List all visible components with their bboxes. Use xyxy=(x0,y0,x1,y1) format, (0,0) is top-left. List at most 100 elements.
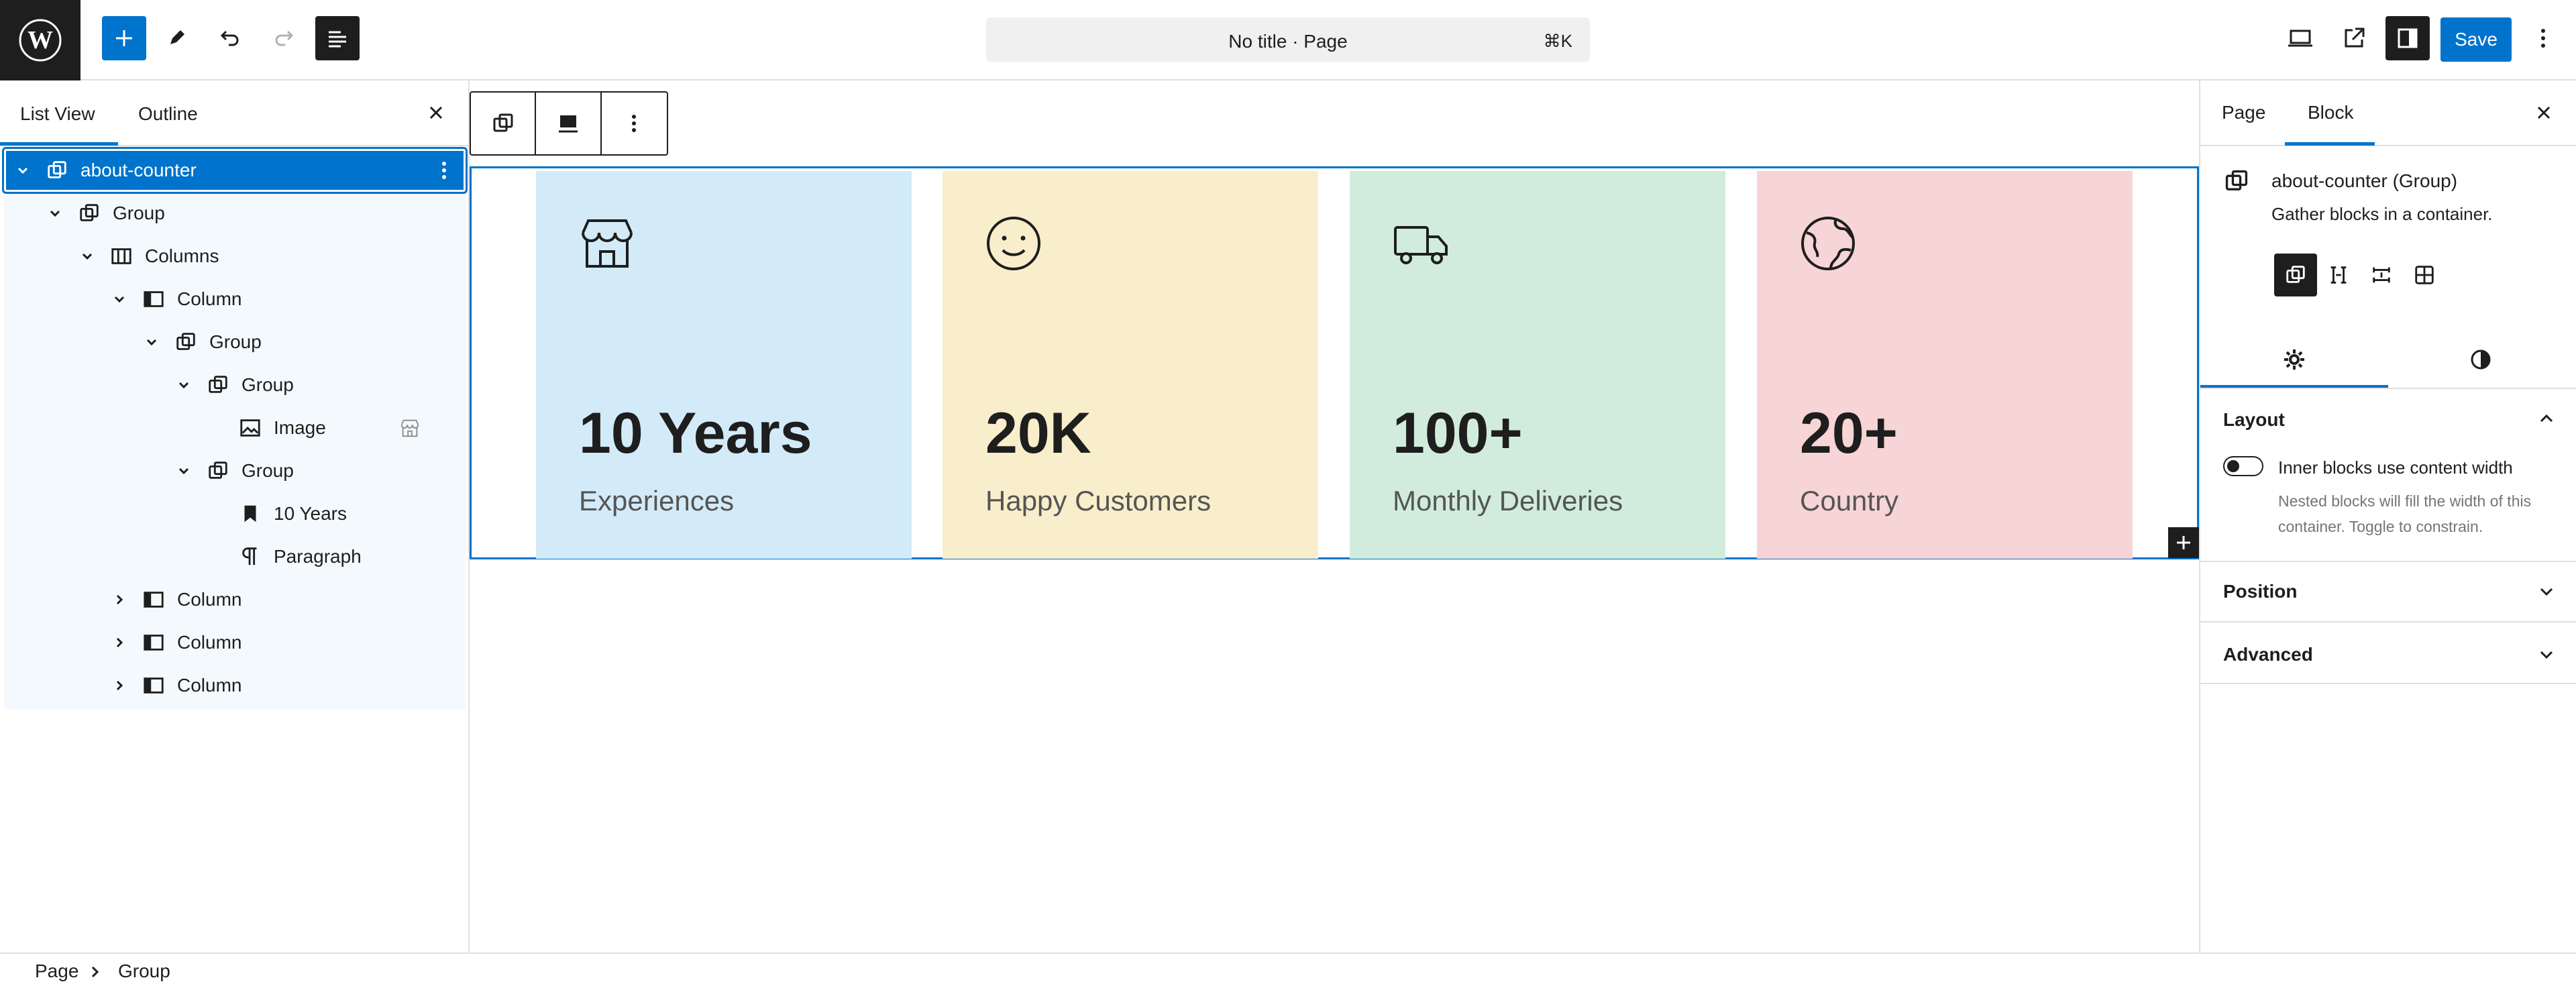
chevron-down-icon[interactable] xyxy=(2537,582,2556,601)
view-button[interactable] xyxy=(2278,16,2322,60)
about-counter-group[interactable]: 10 Years Experiences 20K Happy Customers… xyxy=(470,166,2199,559)
chevron-down-icon[interactable] xyxy=(174,376,193,394)
counter-label: Monthly Deliveries xyxy=(1393,485,1623,516)
row-icon xyxy=(2330,266,2347,284)
plus-icon xyxy=(2177,536,2190,549)
redo-button[interactable] xyxy=(262,16,306,60)
chevron-down-icon[interactable] xyxy=(2537,645,2556,664)
list-view-item[interactable]: Group xyxy=(4,449,466,492)
content-width-toggle[interactable] xyxy=(2223,456,2263,476)
block-type-button[interactable] xyxy=(471,93,537,154)
block-card-title: about-counter (Group) xyxy=(2271,170,2458,191)
command-palette-bar[interactable]: No title · Page ⌘K xyxy=(986,17,1590,62)
undo-button[interactable] xyxy=(208,16,252,60)
group-variations xyxy=(2274,254,2446,296)
styles-contrast-icon[interactable] xyxy=(2469,347,2493,372)
add-block-inline-button[interactable] xyxy=(2168,527,2199,558)
list-view-item-label: Group xyxy=(209,331,262,352)
settings-sidebar-toggle[interactable] xyxy=(2385,16,2430,60)
toggle-label: Inner blocks use content width xyxy=(2278,457,2513,478)
divider xyxy=(2200,683,2576,684)
view-page-button[interactable] xyxy=(2332,16,2376,60)
list-view-item-label: Column xyxy=(177,589,242,610)
document-title: No title · Page xyxy=(1228,31,1348,52)
options-kebab-icon[interactable] xyxy=(440,158,448,182)
block-tree: about-counter Group Columns Column Group Grou… xyxy=(2,147,468,710)
column-icon xyxy=(144,635,164,651)
list-view-item[interactable]: Paragraph xyxy=(4,535,466,578)
counter-number: 100+ xyxy=(1393,401,1523,465)
list-view-item[interactable]: Column xyxy=(4,278,466,321)
list-view-item[interactable]: Group xyxy=(4,192,466,235)
layout-panel-heading[interactable]: Layout xyxy=(2223,409,2285,431)
variation-group-button[interactable] xyxy=(2274,254,2317,296)
advanced-panel-heading[interactable]: Advanced xyxy=(2223,644,2313,665)
counter-card[interactable]: 20K Happy Customers xyxy=(943,171,1318,559)
chevron-down-icon[interactable] xyxy=(78,247,97,266)
chevron-down-icon[interactable] xyxy=(110,290,129,309)
chevron-right-icon[interactable] xyxy=(110,676,129,695)
counter-card[interactable]: 20+ Country xyxy=(1757,171,2133,559)
block-toolbar xyxy=(470,91,668,156)
list-view-item[interactable]: about-counter xyxy=(2,147,468,194)
toggle-help-text: Nested blocks will fill the width of thi… xyxy=(2278,492,2532,535)
document-overview-button[interactable] xyxy=(315,16,360,60)
external-preview-icon xyxy=(2345,28,2365,48)
active-tab-indicator xyxy=(2200,385,2388,388)
counter-card[interactable]: 10 Years Experiences xyxy=(536,171,912,559)
options-button[interactable] xyxy=(2521,16,2565,60)
save-button[interactable]: Save xyxy=(2440,17,2512,62)
variation-stack-button[interactable] xyxy=(2360,254,2403,296)
align-button[interactable] xyxy=(536,93,602,154)
options-kebab-icon xyxy=(632,115,637,132)
counter-card[interactable]: 100+ Monthly Deliveries xyxy=(1350,171,1725,559)
edit-pencil-icon xyxy=(170,30,184,44)
tab-list-view[interactable]: List View xyxy=(20,103,95,125)
gear-icon[interactable] xyxy=(2282,347,2306,372)
list-view-item[interactable]: 10 Years xyxy=(4,492,466,535)
counter-number: 20K xyxy=(985,401,1091,465)
add-block-button[interactable] xyxy=(102,16,146,60)
list-view-item[interactable]: Column xyxy=(4,664,466,707)
chevron-down-icon[interactable] xyxy=(46,204,64,223)
globe-icon xyxy=(1801,217,1855,270)
list-view-item[interactable]: Image xyxy=(4,406,466,449)
tab-outline[interactable]: Outline xyxy=(138,103,198,125)
close-icon[interactable] xyxy=(2532,101,2556,125)
list-view-item[interactable]: Column xyxy=(4,578,466,621)
tools-button[interactable] xyxy=(154,16,199,60)
redo-icon xyxy=(275,30,294,46)
position-panel-heading[interactable]: Position xyxy=(2223,581,2297,602)
chevron-down-icon[interactable] xyxy=(142,333,161,351)
group-icon xyxy=(48,161,66,178)
tab-page[interactable]: Page xyxy=(2222,102,2265,123)
variation-grid-button[interactable] xyxy=(2403,254,2446,296)
wordpress-logo[interactable]: W xyxy=(0,0,80,80)
chevron-right-icon[interactable] xyxy=(110,633,129,652)
block-card-description: Gather blocks in a container. xyxy=(2271,204,2493,224)
breadcrumb-page[interactable]: Page xyxy=(35,961,78,982)
chevron-down-icon[interactable] xyxy=(13,161,32,180)
full-width-align-icon xyxy=(559,115,578,133)
list-view-item-label: Image xyxy=(274,417,326,438)
list-view-item[interactable]: Column xyxy=(4,621,466,664)
active-tab-indicator xyxy=(0,142,118,146)
variation-row-button[interactable] xyxy=(2317,254,2360,296)
chevron-right-icon[interactable] xyxy=(110,590,129,609)
list-view-item-label: Group xyxy=(113,203,165,223)
close-icon[interactable] xyxy=(424,101,448,125)
tab-block[interactable]: Block xyxy=(2308,102,2353,123)
breadcrumb-group[interactable]: Group xyxy=(118,961,170,982)
chevron-down-icon[interactable] xyxy=(174,461,193,480)
undo-icon xyxy=(220,30,239,46)
chevron-up-icon[interactable] xyxy=(2537,409,2556,428)
column-icon xyxy=(144,677,164,694)
block-options-button[interactable] xyxy=(602,93,667,154)
editor-top-bar: W No title · Page ⌘K Save xyxy=(0,0,2576,80)
column-icon xyxy=(144,291,164,307)
list-view-item[interactable]: Group xyxy=(4,321,466,364)
list-view-item[interactable]: Group xyxy=(4,364,466,406)
list-view-panel: List View Outline about-counter Group Colu… xyxy=(0,80,470,952)
list-view-item[interactable]: Columns xyxy=(4,235,466,278)
counter-number: 20+ xyxy=(1800,401,1898,465)
